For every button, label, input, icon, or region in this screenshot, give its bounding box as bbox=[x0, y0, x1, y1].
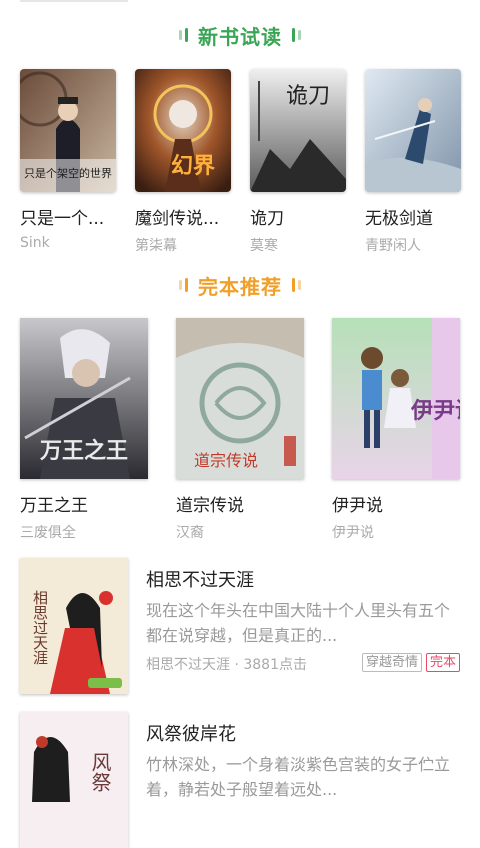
section-title-new: 新书试读 bbox=[198, 24, 282, 49]
section-header-complete-books: 完本推荐 bbox=[0, 267, 480, 303]
book-author: 莫寒 bbox=[250, 238, 278, 254]
right-deco-icon bbox=[292, 278, 301, 292]
complete-books-row: 万王之王 万王之王 三废俱全 道宗传说 道宗传说 汉裔 伊尹 伊尹说 伊尹说 bbox=[20, 318, 460, 548]
book-card[interactable]: 诡刀 诡刀 莫寒 bbox=[250, 69, 346, 255]
book-cover[interactable]: 幻界 bbox=[135, 69, 231, 192]
book-card[interactable]: 幻界 魔剑传说... 第柒幕 bbox=[135, 69, 231, 255]
section-title-complete: 完本推荐 bbox=[198, 274, 282, 299]
svg-text:相思过天涯: 相思过天涯 bbox=[31, 590, 49, 665]
svg-text:幻界: 幻界 bbox=[171, 153, 215, 179]
tag-group: 穿越奇情 完本 bbox=[361, 653, 460, 672]
book-author: 汉裔 bbox=[176, 525, 204, 541]
status-tag: 完本 bbox=[425, 653, 460, 672]
book-author: 三废俱全 bbox=[20, 525, 76, 541]
list-item[interactable]: 相思过天涯 相思不过天涯 现在这个年头在中国大陆十个人里头有五个都在说穿越，但是… bbox=[20, 558, 460, 694]
book-name[interactable]: 风祭彼岸花 bbox=[146, 720, 236, 746]
book-description: 现在这个年头在中国大陆十个人里头有五个都在说穿越，但是真正的... bbox=[146, 601, 451, 645]
book-card[interactable]: 只是个架空的世界 只是一个... Sink bbox=[20, 69, 116, 251]
svg-text:道宗传说: 道宗传说 bbox=[194, 451, 258, 470]
book-author: Sink bbox=[20, 235, 50, 251]
book-title[interactable]: 只是一个... bbox=[20, 204, 116, 229]
book-author: 伊尹说 bbox=[332, 525, 374, 541]
book-meta: 相思不过天涯 · 3881点击 bbox=[146, 657, 307, 673]
book-cover[interactable]: 诡刀 bbox=[250, 69, 346, 192]
book-cover[interactable]: 伊尹说 bbox=[332, 318, 460, 479]
book-title[interactable]: 万王之王 bbox=[20, 491, 148, 516]
new-books-row: 只是个架空的世界 只是一个... Sink 幻界 魔剑传说... 第柒幕 诡刀 … bbox=[20, 69, 461, 255]
top-divider bbox=[20, 0, 128, 2]
section-header-new-books: 新书试读 bbox=[0, 17, 480, 53]
book-title[interactable]: 道宗传说 bbox=[176, 491, 304, 516]
book-title[interactable]: 魔剑传说... bbox=[135, 204, 231, 229]
book-cover[interactable] bbox=[365, 69, 461, 192]
book-description: 竹林深处，一个身着淡紫色宫装的女子伫立着，静若处子般望着远处... bbox=[146, 755, 451, 799]
svg-text:风祭: 风祭 bbox=[88, 752, 112, 792]
book-card[interactable]: 伊尹说 伊尹说 伊尹说 bbox=[332, 318, 460, 542]
book-title[interactable]: 诡刀 bbox=[250, 204, 346, 229]
book-title[interactable]: 无极剑道 bbox=[365, 204, 461, 229]
svg-text:只是个架空的世界: 只是个架空的世界 bbox=[24, 166, 112, 180]
book-title[interactable]: 伊尹说 bbox=[332, 491, 460, 516]
book-cover[interactable]: 只是个架空的世界 bbox=[20, 69, 116, 192]
svg-text:万王之王: 万王之王 bbox=[39, 438, 128, 464]
book-card[interactable]: 无极剑道 青野闲人 bbox=[365, 69, 461, 255]
book-author: 第柒幕 bbox=[135, 238, 177, 254]
list-item[interactable]: 风祭 风祭彼岸花 竹林深处，一个身着淡紫色宫装的女子伫立着，静若处子般望着远处.… bbox=[20, 712, 460, 848]
left-deco-icon bbox=[179, 28, 188, 42]
book-author: 青野闲人 bbox=[365, 238, 421, 254]
book-card[interactable]: 万王之王 万王之王 三废俱全 bbox=[20, 318, 148, 542]
book-cover[interactable]: 风祭 bbox=[20, 712, 128, 848]
svg-text:诡刀: 诡刀 bbox=[286, 84, 330, 109]
book-name[interactable]: 相思不过天涯 bbox=[146, 566, 254, 592]
book-cover[interactable]: 道宗传说 bbox=[176, 318, 304, 479]
svg-text:伊尹说: 伊尹说 bbox=[410, 398, 460, 424]
book-cover[interactable]: 万王之王 bbox=[20, 318, 148, 479]
left-deco-icon bbox=[179, 278, 188, 292]
right-deco-icon bbox=[292, 28, 301, 42]
book-card[interactable]: 道宗传说 道宗传说 汉裔 bbox=[176, 318, 304, 542]
genre-tag: 穿越奇情 bbox=[361, 653, 422, 672]
book-cover[interactable]: 相思过天涯 bbox=[20, 558, 128, 694]
